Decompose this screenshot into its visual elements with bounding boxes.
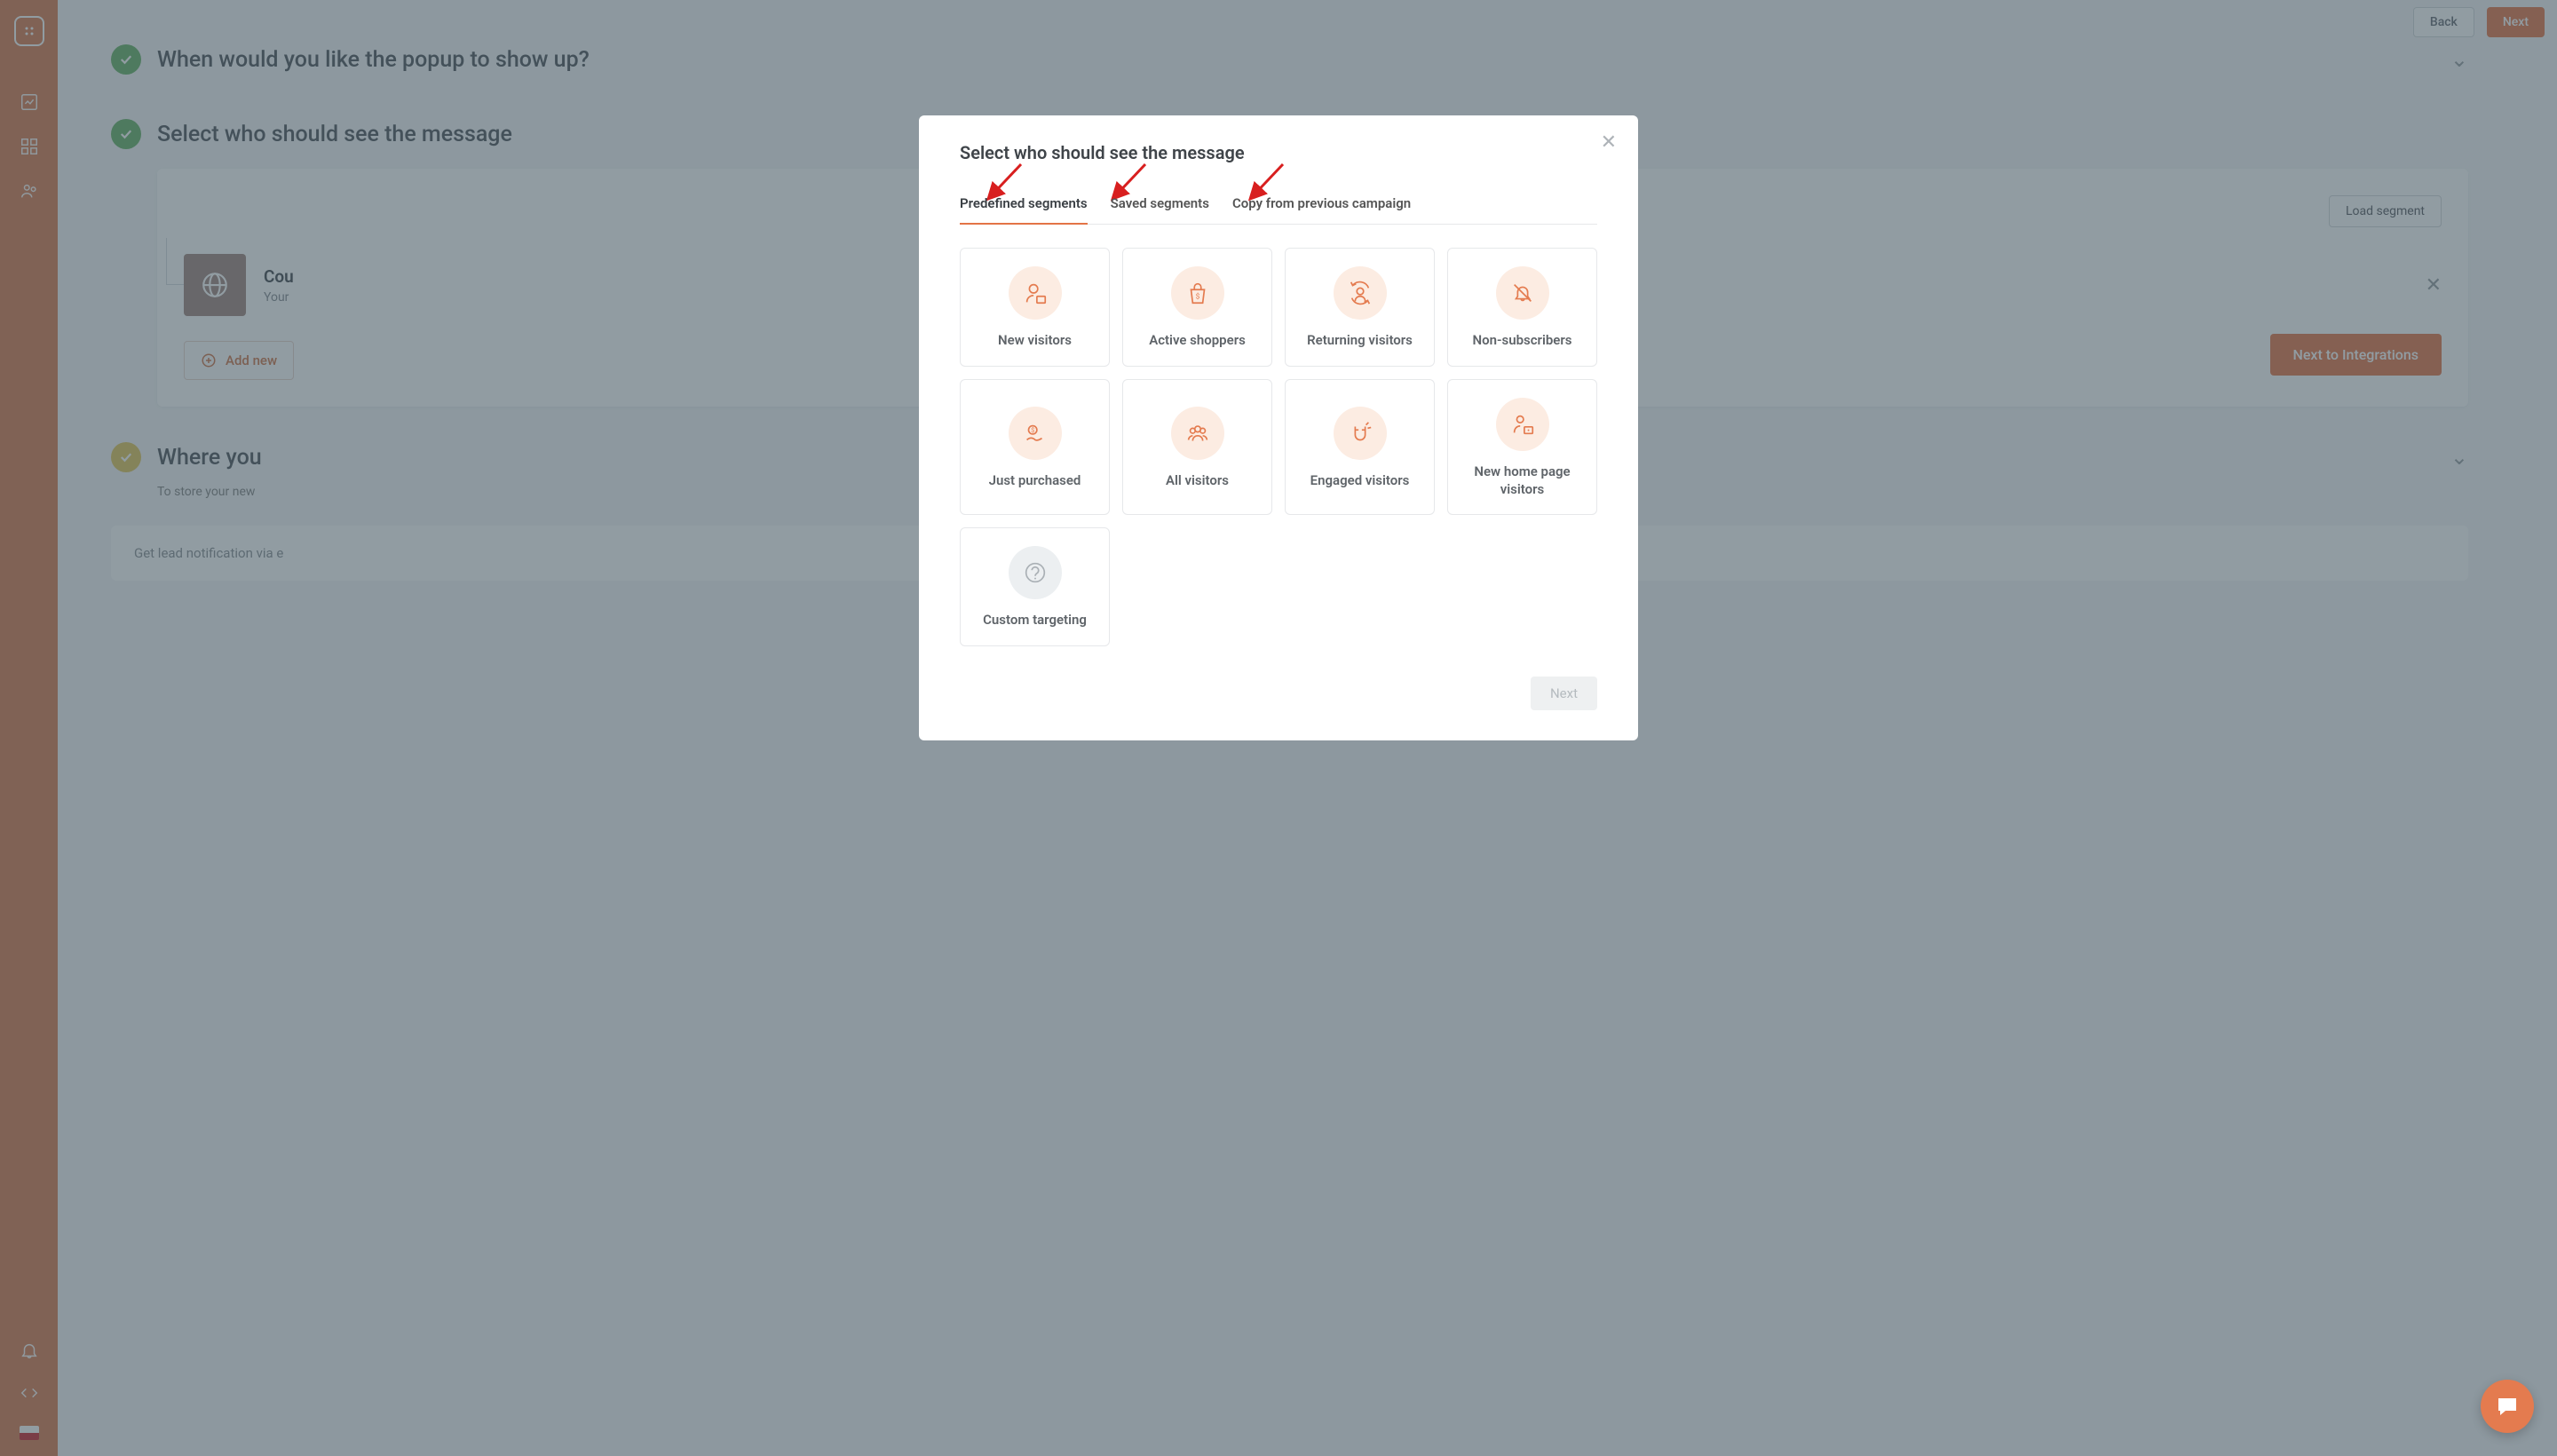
segment-label: All visitors (1166, 472, 1229, 490)
modal-overlay: ✕ Select who should see the message Pred… (0, 0, 2557, 1456)
segment-all-visitors[interactable]: All visitors (1122, 379, 1272, 515)
tab-previous[interactable]: Copy from previous campaign (1232, 195, 1411, 224)
segment-label: Non-subscribers (1473, 332, 1572, 350)
bell-off-icon (1496, 266, 1549, 320)
segment-label: Returning visitors (1307, 332, 1413, 350)
segment-label: New home page visitors (1457, 463, 1587, 498)
tab-predefined[interactable]: Predefined segments (960, 195, 1088, 224)
svg-text:$: $ (1195, 292, 1199, 302)
modal-title: Select who should see the message (960, 142, 1597, 163)
segment-returning-visitors[interactable]: Returning visitors (1285, 248, 1435, 367)
returning-icon (1334, 266, 1387, 320)
question-icon (1009, 546, 1062, 599)
tab-saved[interactable]: Saved segments (1111, 195, 1209, 224)
segment-new-home-page[interactable]: New home page visitors (1447, 379, 1597, 515)
shopping-bag-icon: $ (1171, 266, 1224, 320)
modal-next-button[interactable]: Next (1531, 677, 1597, 710)
modal-tabs: Predefined segments Saved segments Copy fr… (960, 195, 1597, 225)
segment-label: Just purchased (989, 472, 1081, 490)
magnet-icon (1334, 407, 1387, 460)
svg-text:$: $ (1031, 426, 1034, 434)
segment-new-visitors[interactable]: New visitors (960, 248, 1110, 367)
purchase-icon: $ (1009, 407, 1062, 460)
chat-icon (2495, 1394, 2520, 1419)
segment-just-purchased[interactable]: $ Just purchased (960, 379, 1110, 515)
chat-launcher[interactable] (2481, 1380, 2534, 1433)
segment-engaged-visitors[interactable]: Engaged visitors (1285, 379, 1435, 515)
segment-label: New visitors (998, 332, 1072, 350)
segment-label: Custom targeting (983, 612, 1087, 629)
segment-modal: ✕ Select who should see the message Pred… (919, 115, 1638, 740)
modal-close-button[interactable]: ✕ (1601, 131, 1617, 154)
segment-label: Active shoppers (1149, 332, 1246, 350)
segment-grid: New visitors $ Active shoppers Returning vi… (960, 248, 1597, 646)
segment-active-shoppers[interactable]: $ Active shoppers (1122, 248, 1272, 367)
segment-non-subscribers[interactable]: Non-subscribers (1447, 248, 1597, 367)
segment-custom[interactable]: Custom targeting (960, 527, 1110, 646)
segment-label: Engaged visitors (1310, 472, 1410, 490)
user-home-icon (1496, 398, 1549, 451)
user-new-icon (1009, 266, 1062, 320)
group-icon (1171, 407, 1224, 460)
